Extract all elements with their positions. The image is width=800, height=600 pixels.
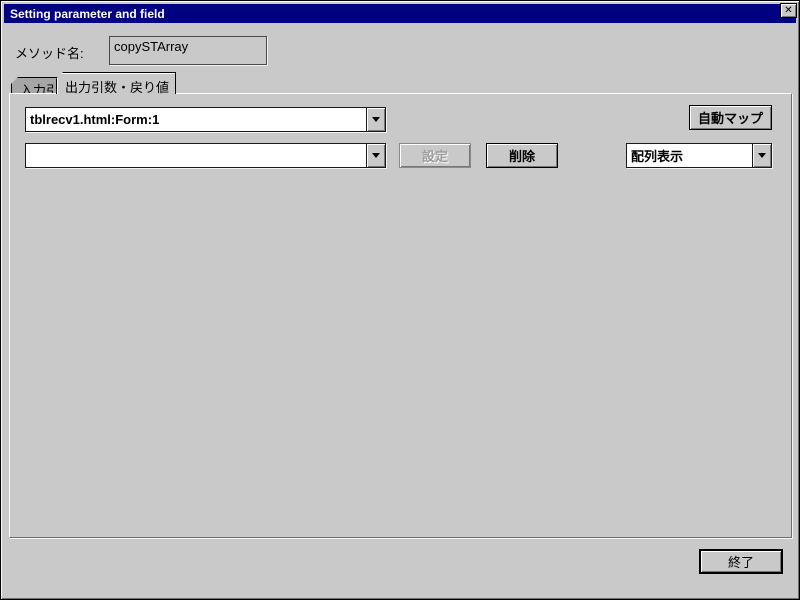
chevron-down-icon	[372, 117, 380, 122]
method-name-label: メソッド名:	[15, 43, 84, 62]
chevron-down-icon	[372, 153, 380, 158]
close-icon: ✕	[784, 5, 792, 16]
tab-output-args[interactable]: 出力引数・戻り値	[56, 72, 176, 94]
form-combobox[interactable]: tblrecv1.html:Form:1	[25, 107, 386, 132]
window-title: Setting parameter and field	[10, 7, 165, 21]
exit-button[interactable]: 終了	[699, 549, 783, 574]
title-bar: Setting parameter and field	[4, 4, 796, 23]
display-mode-value: 配列表示	[627, 146, 752, 165]
set-button[interactable]: 設定	[399, 143, 471, 168]
delete-button[interactable]: 削除	[486, 143, 558, 168]
auto-map-button[interactable]: 自動マップ	[689, 105, 772, 130]
field-combobox-arrow[interactable]	[366, 144, 385, 167]
form-combobox-arrow[interactable]	[366, 108, 385, 131]
field-combobox[interactable]	[25, 143, 386, 168]
display-mode-arrow[interactable]	[752, 144, 771, 167]
settings-dialog: Setting parameter and field ✕ メソッド名: cop…	[0, 0, 800, 600]
display-mode-combobox[interactable]: 配列表示	[626, 143, 772, 168]
form-combobox-value: tblrecv1.html:Form:1	[26, 112, 366, 127]
method-name-field[interactable]: copySTArray	[109, 36, 267, 65]
close-button[interactable]: ✕	[780, 3, 797, 18]
chevron-down-icon	[758, 153, 766, 158]
